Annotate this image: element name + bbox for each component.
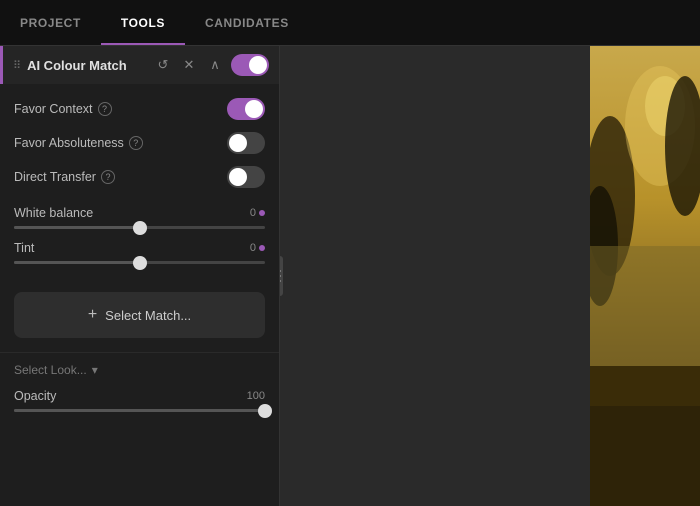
- chevron-down-icon: ▾: [92, 363, 98, 377]
- plus-icon: +: [88, 306, 97, 324]
- select-match-label: Select Match...: [105, 308, 191, 323]
- close-button[interactable]: ✕: [179, 55, 199, 75]
- collapse-button[interactable]: ∧: [205, 55, 225, 75]
- tab-bar: PROJECT TOOLS CANDIDATES: [0, 0, 700, 46]
- white-balance-thumb[interactable]: [133, 221, 147, 235]
- direct-transfer-toggle[interactable]: [227, 166, 265, 188]
- tint-slider-row: Tint 0: [14, 241, 265, 264]
- favor-context-row: Favor Context ?: [14, 92, 265, 126]
- white-balance-fill: [14, 226, 140, 229]
- content-area: [280, 46, 700, 506]
- panel-divider[interactable]: [280, 256, 283, 296]
- opacity-value: 100: [247, 390, 265, 402]
- direct-transfer-label-group: Direct Transfer ?: [14, 170, 115, 184]
- plugin-title: AI Colour Match: [27, 58, 147, 73]
- tab-candidates[interactable]: CANDIDATES: [185, 0, 309, 45]
- select-match-button[interactable]: + Select Match...: [14, 292, 265, 338]
- opacity-fill: [14, 409, 265, 412]
- favor-absoluteness-label-group: Favor Absoluteness ?: [14, 136, 143, 150]
- tint-dot: [259, 245, 265, 251]
- tint-thumb[interactable]: [133, 256, 147, 270]
- favor-absoluteness-help-icon[interactable]: ?: [129, 136, 143, 150]
- plugin-header: ⠿ AI Colour Match ↺ ✕ ∧: [0, 46, 279, 84]
- settings-section: Favor Context ? Favor Absoluteness ?: [0, 84, 279, 202]
- white-balance-track[interactable]: [14, 226, 265, 229]
- white-balance-value: 0: [250, 207, 265, 219]
- history-button[interactable]: ↺: [153, 55, 173, 75]
- favor-absoluteness-row: Favor Absoluteness ?: [14, 126, 265, 160]
- white-balance-slider-row: White balance 0: [14, 206, 265, 229]
- tint-track[interactable]: [14, 261, 265, 264]
- painting-preview: [590, 46, 700, 506]
- favor-context-label-group: Favor Context ?: [14, 102, 112, 116]
- sliders-section: White balance 0 Tint 0: [0, 202, 279, 286]
- drag-icon: ⠿: [13, 59, 21, 72]
- select-look-label: Select Look...: [14, 363, 87, 377]
- tint-label: Tint: [14, 241, 34, 255]
- tab-project[interactable]: PROJECT: [0, 0, 101, 45]
- plugin-toggle[interactable]: [231, 54, 269, 76]
- favor-context-help-icon[interactable]: ?: [98, 102, 112, 116]
- favor-context-toggle[interactable]: [227, 98, 265, 120]
- main-layout: ⠿ AI Colour Match ↺ ✕ ∧ Favor Context ?: [0, 46, 700, 506]
- opacity-track[interactable]: [14, 409, 265, 412]
- direct-transfer-row: Direct Transfer ?: [14, 160, 265, 194]
- tint-value: 0: [250, 242, 265, 254]
- left-panel: ⠿ AI Colour Match ↺ ✕ ∧ Favor Context ?: [0, 46, 280, 506]
- tab-tools[interactable]: TOOLS: [101, 0, 185, 45]
- opacity-thumb[interactable]: [258, 404, 272, 418]
- tint-fill: [14, 261, 140, 264]
- white-balance-dot: [259, 210, 265, 216]
- opacity-section: Opacity 100: [0, 385, 279, 422]
- direct-transfer-help-icon[interactable]: ?: [101, 170, 115, 184]
- opacity-label: Opacity: [14, 389, 56, 403]
- select-look-row[interactable]: Select Look... ▾: [0, 352, 279, 385]
- plugin-toggle-knob: [249, 56, 267, 74]
- white-balance-label: White balance: [14, 206, 93, 220]
- favor-absoluteness-toggle[interactable]: [227, 132, 265, 154]
